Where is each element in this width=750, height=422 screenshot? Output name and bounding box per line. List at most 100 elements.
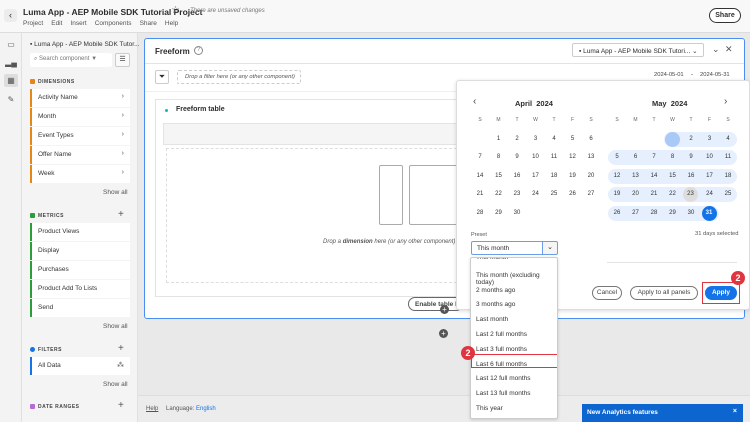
calendar-day[interactable]: 12: [565, 150, 581, 164]
calendar-day[interactable]: 30: [509, 206, 525, 220]
calendar-day[interactable]: 25: [546, 187, 562, 201]
calendar-day[interactable]: 13: [583, 150, 599, 164]
add-visualization-icon[interactable]: +: [440, 305, 449, 314]
calendar-day[interactable]: 11: [720, 150, 736, 164]
panel-report-suite-select[interactable]: ▪ Luma App - AEP Mobile SDK Tutori... ⌄: [572, 43, 704, 57]
sort-button[interactable]: ☰: [115, 53, 130, 67]
next-month-icon[interactable]: ›: [724, 96, 727, 107]
calendar-day[interactable]: 16: [683, 169, 699, 183]
calendar-day[interactable]: 29: [665, 206, 681, 220]
calendar-day[interactable]: 10: [528, 150, 544, 164]
calendar-day[interactable]: 28: [472, 206, 488, 220]
calendar-day[interactable]: 23: [683, 187, 698, 202]
calendar-day[interactable]: 25: [720, 187, 736, 201]
calendar-day[interactable]: 1: [664, 132, 680, 147]
chevron-right-icon[interactable]: ›: [122, 150, 124, 157]
help-icon[interactable]: ?: [194, 46, 203, 55]
menu-project[interactable]: Project: [23, 20, 43, 27]
preset-option[interactable]: This month (excluding today): [471, 269, 557, 286]
preset-option[interactable]: This month: [471, 258, 557, 265]
apply-to-all-panels-button[interactable]: Apply to all panels: [630, 286, 698, 300]
calendar-day[interactable]: 26: [565, 187, 581, 201]
metric-item[interactable]: Purchases: [30, 261, 130, 279]
calendar-day[interactable]: 22: [665, 187, 681, 201]
panel-date-end[interactable]: 2024-05-31: [700, 72, 730, 78]
panels-icon[interactable]: ▭: [4, 38, 18, 51]
visualizations-icon[interactable]: ▂▄: [4, 56, 18, 69]
calendar-day[interactable]: 9: [509, 150, 525, 164]
calendar-day[interactable]: 1: [491, 132, 507, 146]
calendar-day[interactable]: 15: [665, 169, 681, 183]
calendar-day[interactable]: 23: [509, 187, 525, 201]
calendar-day[interactable]: 21: [646, 187, 662, 201]
calendar-day[interactable]: 27: [628, 206, 644, 220]
calendar-day[interactable]: 17: [702, 169, 718, 183]
calendar-day[interactable]: 3: [528, 132, 544, 146]
chevron-right-icon[interactable]: ›: [122, 131, 124, 138]
calendar-day[interactable]: 22: [491, 187, 507, 201]
cancel-button[interactable]: Cancel: [592, 286, 622, 300]
calendar-day[interactable]: 28: [646, 206, 662, 220]
preset-option[interactable]: Last 12 full months: [471, 372, 557, 386]
calendar-day[interactable]: 20: [583, 169, 599, 183]
add-date-range-button[interactable]: +: [118, 400, 124, 411]
panel-title[interactable]: Freeform: [155, 47, 190, 56]
calendar-day[interactable]: 15: [491, 169, 507, 183]
calendar-day[interactable]: 2: [509, 132, 525, 146]
language-selector[interactable]: Language: English: [166, 406, 216, 412]
prev-month-icon[interactable]: ‹: [473, 96, 476, 107]
preset-option[interactable]: Last 13 full months: [471, 387, 557, 401]
table-title[interactable]: Freeform table: [176, 106, 225, 113]
metric-item[interactable]: Product Views: [30, 223, 130, 241]
add-panel-icon[interactable]: +: [439, 329, 448, 338]
search-input[interactable]: ⌕ Search component ▼: [30, 53, 112, 67]
filter-drop-zone[interactable]: Drop a filter here (or any other compone…: [177, 70, 301, 84]
calendar-day[interactable]: 8: [491, 150, 507, 164]
calendar-day[interactable]: 8: [665, 150, 681, 164]
components-icon[interactable]: ▦: [4, 74, 18, 87]
metric-item[interactable]: Send: [30, 299, 130, 317]
calendar-day[interactable]: 9: [683, 150, 699, 164]
panel-date-start[interactable]: 2024-05-01: [654, 72, 684, 78]
preset-option[interactable]: Last 2 full months: [471, 328, 557, 342]
table-drop-zone[interactable]: [166, 148, 469, 283]
close-icon[interactable]: ✕: [725, 44, 733, 55]
chevron-right-icon[interactable]: ›: [122, 169, 124, 176]
metrics-show-all[interactable]: Show all: [103, 323, 128, 330]
dimension-item[interactable]: Month ›: [30, 108, 130, 126]
dimension-item[interactable]: Activity Name ›: [30, 89, 130, 107]
filters-show-all[interactable]: Show all: [103, 381, 128, 388]
calendar-day[interactable]: 18: [546, 169, 562, 183]
calendar-day[interactable]: 2: [683, 132, 699, 146]
calendar-day[interactable]: 19: [609, 187, 625, 201]
calendar-day[interactable]: 6: [583, 132, 599, 146]
brush-icon[interactable]: ✎: [4, 93, 18, 106]
help-link[interactable]: Help: [146, 406, 158, 412]
preset-option[interactable]: Last month: [471, 313, 557, 327]
calendar-day[interactable]: 11: [546, 150, 562, 164]
calendar-day[interactable]: 14: [472, 169, 488, 183]
calendar-day[interactable]: 24: [528, 187, 544, 201]
preset-input[interactable]: This month: [471, 241, 543, 255]
preset-option[interactable]: 2 months ago: [471, 284, 557, 298]
menu-components[interactable]: Components: [95, 20, 132, 27]
metric-item[interactable]: Display: [30, 242, 130, 260]
calendar-day[interactable]: 29: [491, 206, 507, 220]
filter-icon[interactable]: ▼: [91, 56, 97, 62]
dimension-item[interactable]: Week ›: [30, 165, 130, 183]
calendar-day[interactable]: 14: [646, 169, 662, 183]
close-icon[interactable]: ×: [733, 408, 737, 415]
collapse-icon[interactable]: ⌄: [712, 44, 720, 55]
filter-toggle-button[interactable]: ⏷: [155, 70, 169, 84]
star-icon[interactable]: ☆: [171, 5, 180, 16]
calendar-day[interactable]: 3: [702, 132, 718, 146]
calendar-day[interactable]: 13: [628, 169, 644, 183]
add-filter-button[interactable]: +: [118, 343, 124, 354]
menu-share[interactable]: Share: [140, 20, 157, 27]
enable-table-builder-button[interactable]: Enable table builder: [408, 297, 463, 311]
dimension-item[interactable]: Event Types ›: [30, 127, 130, 145]
calendar-day[interactable]: 4: [546, 132, 562, 146]
calendar-day[interactable]: 27: [583, 187, 599, 201]
calendar-day[interactable]: 12: [609, 169, 625, 183]
calendar-day[interactable]: 7: [646, 150, 662, 164]
